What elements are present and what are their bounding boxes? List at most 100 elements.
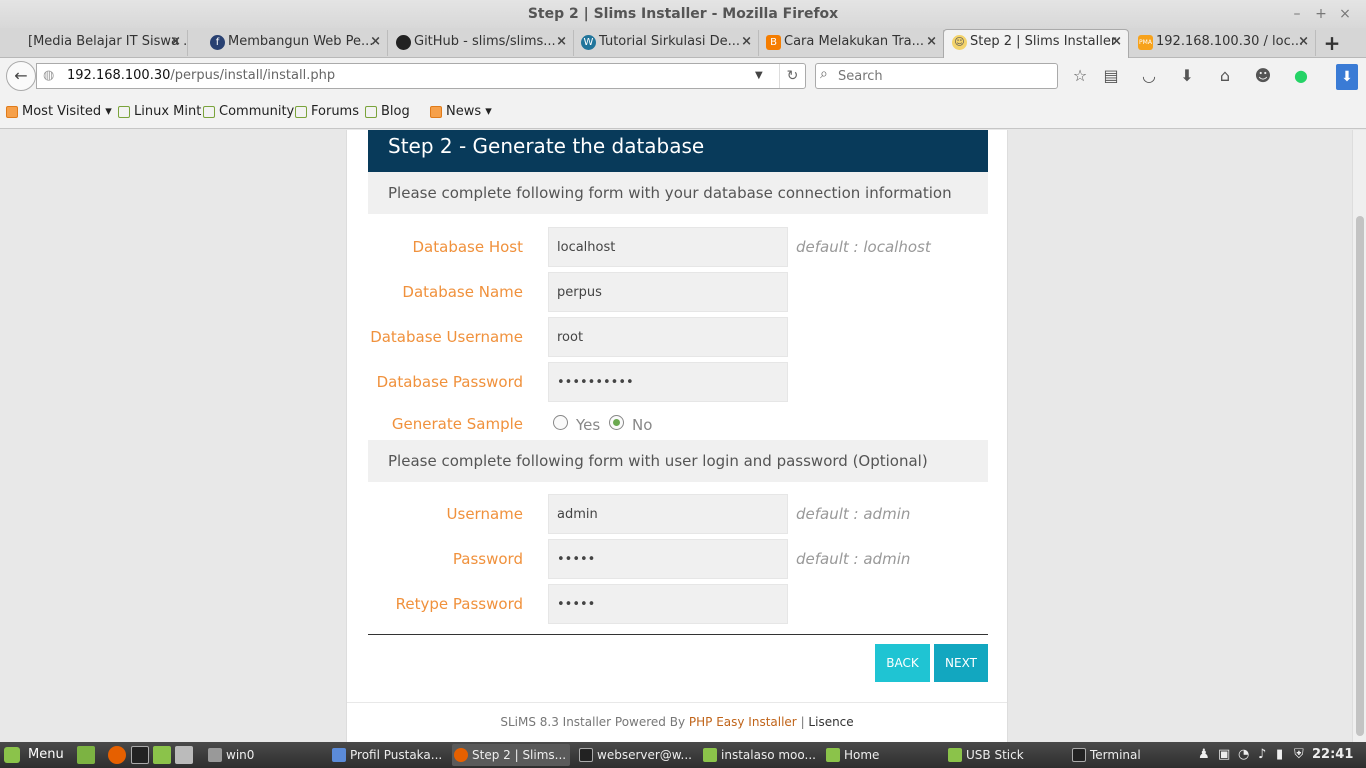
download-arrow-icon[interactable]: ⬇	[1336, 64, 1358, 90]
tab-cara-melakukan[interactable]: B Cara Melakukan Tra... ×	[758, 30, 944, 56]
close-tab-icon[interactable]: ×	[1111, 30, 1122, 54]
task-profil-pustaka[interactable]: Profil Pustaka...	[330, 744, 446, 766]
reading-list-icon[interactable]: ▤	[1099, 64, 1123, 88]
task-webserver[interactable]: webserver@w...	[577, 744, 693, 766]
reload-icon[interactable]: ↻	[779, 64, 805, 88]
clipboard-icon[interactable]: ▣	[1218, 742, 1230, 768]
mint-icon	[365, 106, 377, 118]
url-text[interactable]: 192.168.100.30/perpus/install/install.ph…	[67, 64, 335, 88]
bookmark-community[interactable]: Community	[201, 103, 294, 121]
search-bar[interactable]: ⌕	[815, 63, 1058, 89]
folder-icon	[826, 748, 840, 762]
clock[interactable]: 22:41	[1312, 742, 1353, 768]
battery-icon[interactable]: ▮	[1276, 742, 1283, 768]
close-tab-icon[interactable]: ×	[170, 30, 181, 54]
close-tab-icon[interactable]: ×	[370, 30, 381, 54]
db-password-input[interactable]	[548, 362, 788, 402]
pocket-icon[interactable]: ◡	[1137, 64, 1161, 88]
mint-icon	[295, 106, 307, 118]
bookmark-linux-mint[interactable]: Linux Mint	[116, 103, 201, 121]
home-icon[interactable]: ⌂	[1213, 64, 1237, 88]
tab-tutorial-sirkulasi[interactable]: W Tutorial Sirkulasi De... ×	[573, 30, 759, 56]
history-dropdown-icon[interactable]: ▼	[755, 64, 763, 88]
start-menu-button[interactable]: Menu	[4, 745, 64, 765]
mint-menu-icon	[4, 747, 20, 763]
db-name-label: Database Name	[402, 283, 523, 301]
search-input[interactable]	[838, 67, 1048, 85]
bookmark-news[interactable]: News ▾	[428, 103, 492, 121]
license-link[interactable]: Lisence	[808, 715, 853, 729]
db-host-input[interactable]	[548, 227, 788, 267]
close-tab-icon[interactable]: ×	[926, 30, 937, 54]
close-tab-icon[interactable]: ×	[556, 30, 567, 54]
maximize-icon[interactable]: +	[1310, 0, 1332, 28]
sample-yes-radio[interactable]	[553, 415, 568, 430]
nav-bar: ◍ 192.168.100.30/perpus/install/install.…	[0, 58, 1366, 94]
settings-icon	[208, 748, 222, 762]
password-row: Password default : admin	[368, 539, 988, 579]
firefox-launcher-icon[interactable]	[108, 746, 126, 764]
whatsapp-icon[interactable]: ●	[1289, 64, 1313, 88]
password-label: Password	[452, 550, 523, 568]
form-divider	[368, 634, 988, 635]
task-home[interactable]: Home	[824, 744, 940, 766]
tab-media-belajar[interactable]: [Media Belajar IT Siswa ... ×	[2, 30, 188, 56]
user-icon[interactable]: ♟	[1198, 742, 1210, 768]
shield-icon[interactable]: ⛨	[1294, 742, 1304, 768]
db-username-input[interactable]	[548, 317, 788, 357]
username-row: Username default : admin	[368, 494, 988, 534]
close-window-icon[interactable]: ×	[1334, 0, 1356, 28]
terminal-launcher-icon[interactable]	[131, 746, 149, 764]
new-tab-icon[interactable]: +	[1322, 28, 1342, 58]
tab-github[interactable]: GitHub - slims/slims... ×	[388, 30, 574, 56]
task-win0[interactable]: win0	[206, 744, 322, 766]
slims-icon: ☺	[952, 35, 967, 50]
terminal-icon	[1072, 748, 1086, 762]
php-easy-installer-link[interactable]: PHP Easy Installer	[689, 715, 797, 729]
back-button[interactable]: ←	[6, 61, 36, 91]
bookmark-most-visited[interactable]: Most Visited ▾	[4, 103, 112, 121]
task-instalaso[interactable]: instalaso moo...	[701, 744, 817, 766]
mint-icon	[203, 106, 215, 118]
show-desktop-icon[interactable]	[77, 746, 95, 764]
files-launcher-icon[interactable]	[153, 746, 171, 764]
next-step-button[interactable]: NEXT	[934, 644, 988, 682]
bookmark-forums[interactable]: Forums	[293, 103, 359, 121]
site-info-icon[interactable]: ◍	[43, 68, 54, 83]
bookmark-star-icon[interactable]: ☆	[1068, 64, 1092, 88]
retype-password-input[interactable]	[548, 584, 788, 624]
tab-step2-slims[interactable]: ☺ Step 2 | Slims Installer ×	[943, 29, 1129, 58]
scrollbar-thumb[interactable]	[1356, 216, 1364, 736]
task-terminal[interactable]: Terminal	[1070, 744, 1186, 766]
db-password-row: Database Password	[368, 362, 988, 402]
close-tab-icon[interactable]: ×	[741, 30, 752, 54]
window-title: Step 2 | Slims Installer - Mozilla Firef…	[527, 6, 839, 22]
tab-membangun-web[interactable]: f Membangun Web Pe... ×	[202, 30, 388, 56]
minimize-icon[interactable]: –	[1286, 0, 1308, 28]
vertical-scrollbar[interactable]	[1352, 130, 1366, 742]
username-input[interactable]	[548, 494, 788, 534]
downloads-icon[interactable]: ⬇	[1175, 64, 1199, 88]
screenshot-launcher-icon[interactable]	[175, 746, 193, 764]
close-tab-icon[interactable]: ×	[1298, 30, 1309, 54]
username-label: Username	[446, 505, 523, 523]
wifi-icon[interactable]: ◔	[1238, 742, 1249, 768]
back-step-button[interactable]: BACK	[875, 644, 930, 682]
search-icon: ⌕	[820, 66, 828, 82]
tab-phpmyadmin[interactable]: PMA 192.168.100.30 / loc... ×	[1130, 30, 1316, 56]
task-step2-slims[interactable]: Step 2 | Slims...	[452, 744, 570, 766]
bookmark-blog[interactable]: Blog	[363, 103, 410, 121]
most-visited-icon	[6, 106, 18, 118]
browser-icon	[332, 748, 346, 762]
terminal-icon	[579, 748, 593, 762]
sample-no-radio[interactable]	[609, 415, 624, 430]
footer-text: SLiMS 8.3 Installer Powered By	[500, 715, 689, 729]
url-bar[interactable]: ◍ 192.168.100.30/perpus/install/install.…	[36, 63, 806, 89]
tab-label: GitHub - slims/slims...	[414, 34, 556, 49]
db-name-input[interactable]	[548, 272, 788, 312]
hello-icon[interactable]: ☻	[1251, 64, 1275, 88]
password-input[interactable]	[548, 539, 788, 579]
user-info-banner: Please complete following form with user…	[368, 440, 988, 482]
task-usb-stick[interactable]: USB Stick	[946, 744, 1062, 766]
volume-icon[interactable]: ♪	[1258, 742, 1266, 768]
